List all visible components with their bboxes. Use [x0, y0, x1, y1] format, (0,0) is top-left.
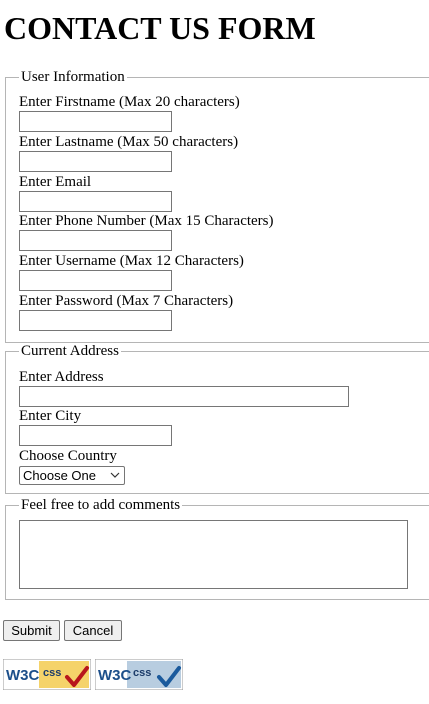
- phone-label: Enter Phone Number (Max 15 Characters): [19, 213, 274, 229]
- w3c-css-valid-badge-blue-icon[interactable]: W3C css: [95, 659, 183, 690]
- password-input[interactable]: [19, 310, 172, 331]
- lastname-input[interactable]: [19, 151, 172, 172]
- lastname-label: Enter Lastname (Max 50 characters): [19, 134, 239, 150]
- city-input[interactable]: [19, 425, 172, 446]
- current-address-fieldset: Current Address Enter Address Enter City…: [5, 343, 429, 494]
- cancel-button[interactable]: Cancel: [64, 620, 122, 641]
- submit-button[interactable]: Submit: [3, 620, 60, 641]
- address-label: Enter Address: [19, 369, 104, 385]
- css-logo-text-2: css: [133, 667, 151, 679]
- comments-textarea[interactable]: [19, 520, 408, 589]
- firstname-input[interactable]: [19, 111, 172, 132]
- country-select[interactable]: Choose One: [19, 466, 125, 485]
- page-title: CONTACT US FORM: [4, 10, 316, 46]
- username-label: Enter Username (Max 12 Characters): [19, 253, 244, 269]
- css-logo-text: css: [43, 667, 61, 679]
- email-input[interactable]: [19, 191, 172, 212]
- user-information-fieldset: User Information Enter Firstname (Max 20…: [5, 69, 429, 343]
- city-label: Enter City: [19, 408, 82, 424]
- country-label: Choose Country: [19, 448, 117, 464]
- chevron-down-icon: [110, 472, 120, 478]
- w3c-css-valid-badge-icon[interactable]: W3C css: [3, 659, 91, 690]
- password-label: Enter Password (Max 7 Characters): [19, 293, 234, 309]
- firstname-label: Enter Firstname (Max 20 characters): [19, 94, 240, 110]
- comments-legend: Feel free to add comments: [19, 497, 183, 514]
- country-select-value: Choose One: [23, 468, 96, 483]
- address-input[interactable]: [19, 386, 349, 407]
- w3c-logo-text-2: W3C: [98, 667, 132, 684]
- current-address-legend: Current Address: [19, 343, 121, 360]
- user-information-legend: User Information: [19, 69, 127, 86]
- phone-input[interactable]: [19, 230, 172, 251]
- comments-fieldset: Feel free to add comments: [5, 497, 429, 600]
- w3c-logo-text: W3C: [6, 667, 40, 684]
- username-input[interactable]: [19, 270, 172, 291]
- email-label: Enter Email: [19, 174, 92, 190]
